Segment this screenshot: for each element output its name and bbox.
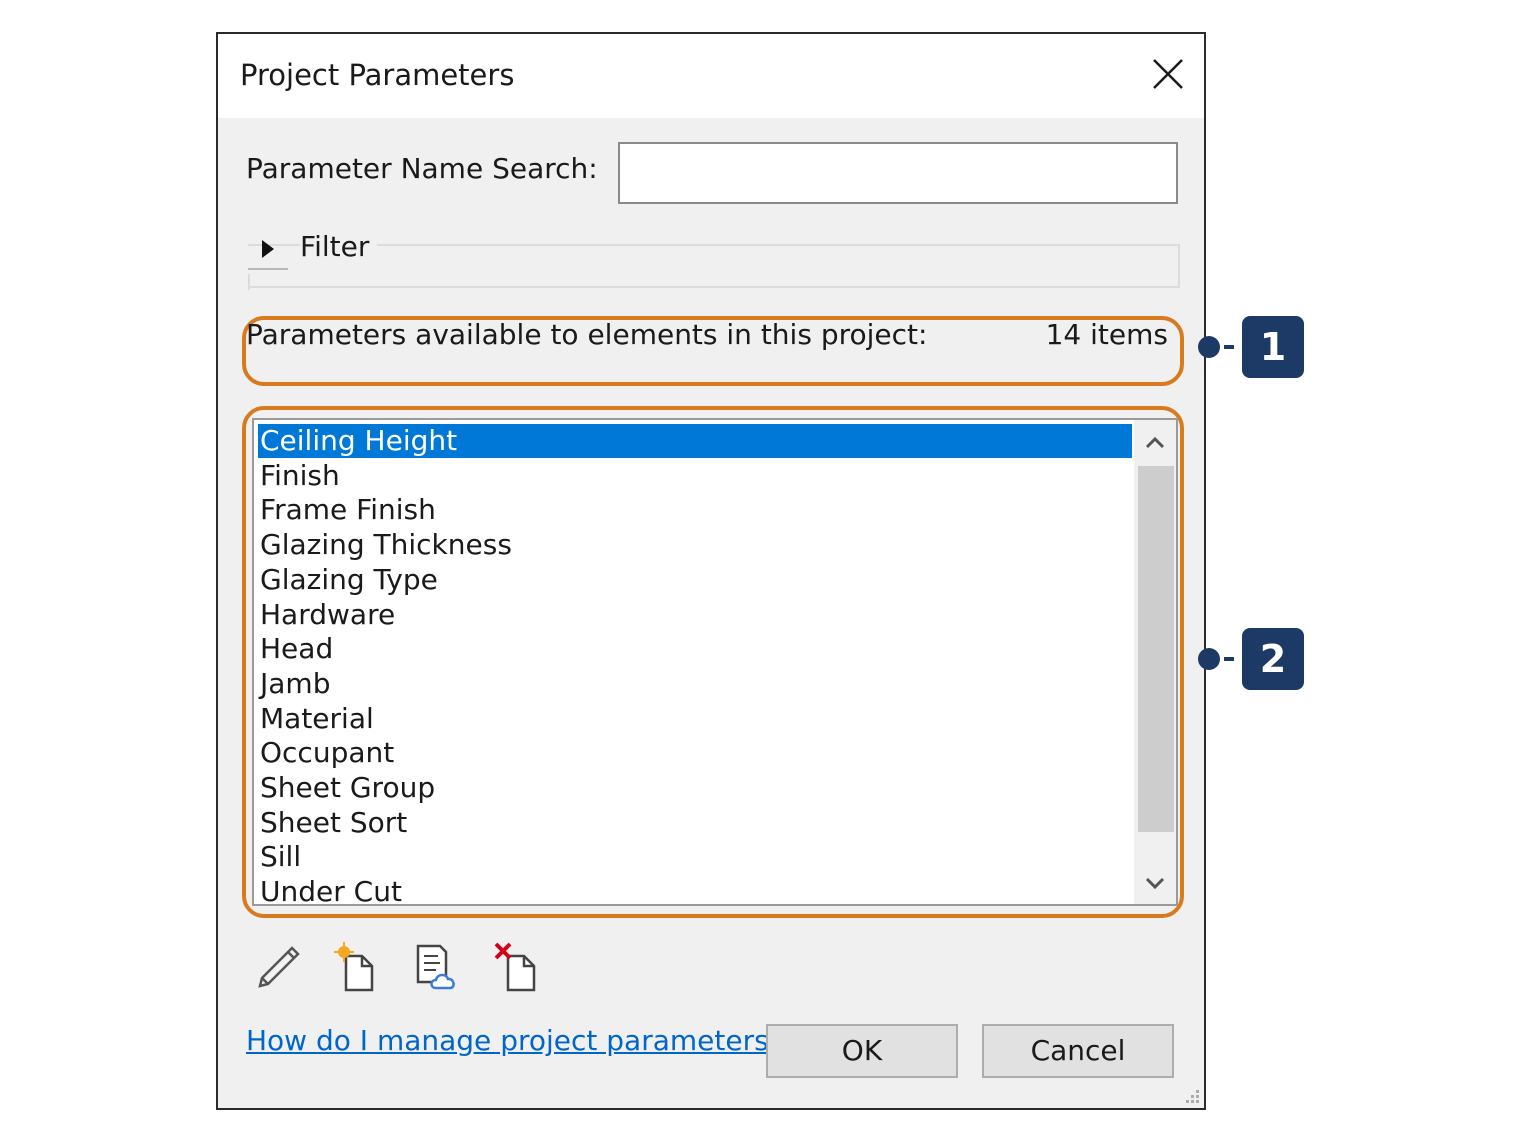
item-count-label: 14 items xyxy=(1045,318,1168,351)
filter-group-box xyxy=(248,244,1180,288)
delete-parameter-button[interactable] xyxy=(492,942,544,994)
callout-dot xyxy=(1198,336,1220,358)
export-parameters-button[interactable] xyxy=(412,942,464,994)
list-item[interactable]: Sill xyxy=(258,840,1132,874)
close-icon xyxy=(1153,59,1183,89)
list-item[interactable]: Ceiling Height xyxy=(258,424,1132,458)
scrollbar-thumb[interactable] xyxy=(1138,466,1174,832)
callout-badge-1: 1 xyxy=(1242,316,1304,378)
list-item[interactable]: Glazing Thickness xyxy=(258,528,1132,562)
pencil-edit-icon xyxy=(258,946,300,988)
project-parameters-dialog: Project Parameters Parameter Name Search… xyxy=(216,32,1206,1110)
new-parameter-icon xyxy=(334,942,374,992)
list-item[interactable]: Material xyxy=(258,702,1132,736)
callout-dot xyxy=(1198,648,1220,670)
filter-expand-toggle[interactable] xyxy=(248,230,288,270)
list-item[interactable]: Glazing Type xyxy=(258,563,1132,597)
close-button[interactable] xyxy=(1146,52,1190,96)
list-item[interactable]: Head xyxy=(258,632,1132,666)
resize-grip-icon[interactable] xyxy=(1182,1086,1200,1104)
title-bar: Project Parameters xyxy=(218,34,1204,118)
export-parameters-icon xyxy=(416,944,455,990)
scroll-down-arrow-icon[interactable] xyxy=(1140,868,1170,898)
scroll-up-arrow-icon[interactable] xyxy=(1140,428,1170,458)
list-item[interactable]: Frame Finish xyxy=(258,493,1132,527)
ok-button[interactable]: OK xyxy=(766,1024,958,1078)
dialog-title: Project Parameters xyxy=(240,58,515,92)
cancel-button[interactable]: Cancel xyxy=(982,1024,1174,1078)
search-label: Parameter Name Search: xyxy=(246,152,598,185)
list-item[interactable]: Hardware xyxy=(258,598,1132,632)
add-parameter-button[interactable] xyxy=(332,942,384,994)
delete-parameter-icon xyxy=(494,942,536,992)
parameter-search-input[interactable] xyxy=(618,142,1178,204)
list-item[interactable]: Sheet Sort xyxy=(258,806,1132,840)
callout-dash xyxy=(1224,345,1234,349)
parameters-header-label: Parameters available to elements in this… xyxy=(246,318,928,351)
callout-dash xyxy=(1224,657,1234,661)
list-item[interactable]: Sheet Group xyxy=(258,771,1132,805)
filter-label: Filter xyxy=(300,230,378,263)
filter-group-edge xyxy=(248,274,250,290)
callout-badge-2: 2 xyxy=(1242,628,1304,690)
list-item[interactable]: Occupant xyxy=(258,736,1132,770)
expand-arrow-icon xyxy=(262,240,274,258)
help-link[interactable]: How do I manage project parameters? xyxy=(246,1024,784,1057)
edit-parameter-button[interactable] xyxy=(252,942,304,994)
list-item[interactable]: Finish xyxy=(258,459,1132,493)
list-item[interactable]: Under Cut xyxy=(258,875,1132,904)
vertical-scrollbar[interactable] xyxy=(1134,420,1176,904)
list-item[interactable]: Jamb xyxy=(258,667,1132,701)
parameters-listbox[interactable]: Ceiling Height Finish Frame Finish Glazing … xyxy=(252,418,1178,906)
